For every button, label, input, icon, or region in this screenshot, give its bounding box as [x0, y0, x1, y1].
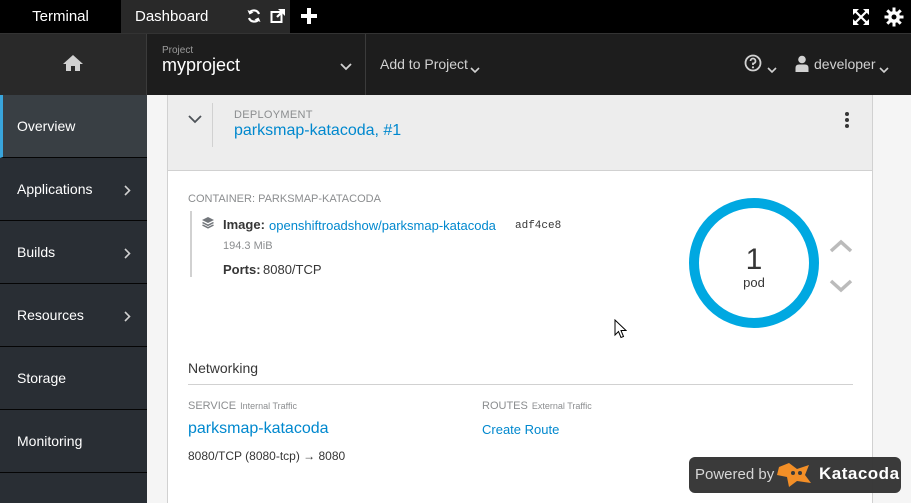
service-sublabel: Internal Traffic	[240, 401, 297, 411]
deployment-label: DEPLOYMENT	[234, 109, 313, 121]
sidebar-item-storage[interactable]: Storage	[0, 347, 147, 410]
scale-down-icon[interactable]	[829, 279, 853, 298]
user-menu[interactable]: developer	[814, 56, 876, 72]
image-hash: adf4ce8	[515, 220, 562, 232]
deployment-link[interactable]: parksmap-katacoda, #1	[234, 122, 401, 140]
home-button[interactable]	[0, 34, 147, 96]
main-content: DEPLOYMENT parksmap-katacoda, #1 CONTAIN…	[147, 95, 911, 503]
mouse-cursor-icon	[614, 318, 628, 344]
networking-title: Networking	[188, 360, 259, 376]
service-ports: 8080/TCP (8080-tcp) → 8080	[188, 449, 346, 463]
add-tab-button[interactable]	[298, 4, 320, 28]
image-label: Image:	[223, 217, 265, 232]
image-link[interactable]: openshiftroadshow/parksmap-katacoda	[269, 218, 496, 233]
service-label: SERVICE Internal Traffic	[188, 400, 297, 412]
deployment-card: DEPLOYMENT parksmap-katacoda, #1 CONTAIN…	[167, 95, 873, 503]
home-icon	[62, 54, 84, 77]
scale-up-icon[interactable]	[829, 239, 853, 258]
external-link-icon[interactable]	[270, 8, 286, 29]
katacoda-logo-icon	[775, 461, 815, 494]
masthead: Project myproject Add to Project develop…	[0, 33, 911, 96]
project-name: myproject	[162, 55, 241, 75]
create-route-link[interactable]: Create Route	[482, 422, 559, 437]
pod-unit: pod	[743, 275, 765, 290]
fullscreen-icon[interactable]	[852, 8, 870, 31]
help-icon[interactable]	[744, 54, 762, 77]
routes-label: ROUTES External Traffic	[482, 400, 592, 412]
chevron-down-icon	[340, 58, 352, 76]
powered-by-text: Powered by	[695, 466, 775, 483]
service-label-text: SERVICE	[188, 400, 237, 412]
pod-count: 1	[745, 243, 763, 276]
powered-by-badge[interactable]: Powered by Katacoda	[689, 457, 901, 493]
service-link[interactable]: parksmap-katacoda	[188, 420, 329, 438]
ports-value: 8080/TCP	[263, 262, 322, 277]
refresh-icon[interactable]	[246, 8, 262, 29]
add-to-project-menu[interactable]: Add to Project	[380, 56, 468, 72]
sidebar-item-resources[interactable]: Resources	[0, 284, 147, 347]
image-size: 194.3 MiB	[223, 240, 273, 252]
layers-icon	[201, 216, 215, 234]
networking-divider	[188, 384, 853, 385]
divider	[212, 103, 213, 147]
container-label: CONTAINER: PARKSMAP-KATACODA	[188, 193, 381, 205]
sidebar-item-builds[interactable]: Builds	[0, 221, 147, 284]
container-rule	[190, 211, 192, 277]
gear-icon[interactable]	[884, 7, 904, 32]
routes-sublabel: External Traffic	[531, 401, 592, 411]
tab-dashboard[interactable]: Dashboard	[121, 0, 290, 33]
kebab-menu-icon[interactable]	[844, 111, 850, 134]
sidebar-item-label: Builds	[17, 244, 56, 260]
user-icon	[795, 55, 809, 77]
sidebar: Overview Applications Builds Resources S…	[0, 95, 147, 503]
routes-label-text: ROUTES	[482, 400, 528, 412]
project-selector[interactable]: Project myproject	[147, 34, 366, 96]
sidebar-item-overview[interactable]: Overview	[0, 95, 147, 158]
dashboard-frame: Project myproject Add to Project develop…	[0, 33, 911, 503]
ports-label: Ports:	[223, 262, 261, 277]
katacoda-brand: Katacoda	[819, 464, 900, 483]
sidebar-item-label: Monitoring	[17, 433, 83, 449]
sidebar-item-applications[interactable]: Applications	[0, 158, 147, 221]
tab-bar: Terminal Dashboard	[0, 0, 911, 33]
collapse-toggle[interactable]	[188, 111, 202, 129]
sidebar-item-monitoring[interactable]: Monitoring	[0, 410, 147, 473]
sidebar-item-label: Overview	[17, 118, 76, 134]
sidebar-item-label: Resources	[17, 307, 84, 323]
chevron-right-icon	[124, 183, 131, 199]
deployment-header: DEPLOYMENT parksmap-katacoda, #1	[168, 95, 872, 171]
tab-terminal[interactable]: Terminal	[0, 0, 121, 33]
chevron-right-icon	[124, 246, 131, 262]
sidebar-item-label: Storage	[17, 370, 67, 386]
sidebar-item-label: Applications	[17, 181, 93, 197]
chevron-down-icon	[470, 61, 480, 79]
chevron-right-icon	[124, 309, 131, 325]
chevron-down-icon	[767, 61, 777, 79]
chevron-down-icon	[879, 61, 889, 79]
